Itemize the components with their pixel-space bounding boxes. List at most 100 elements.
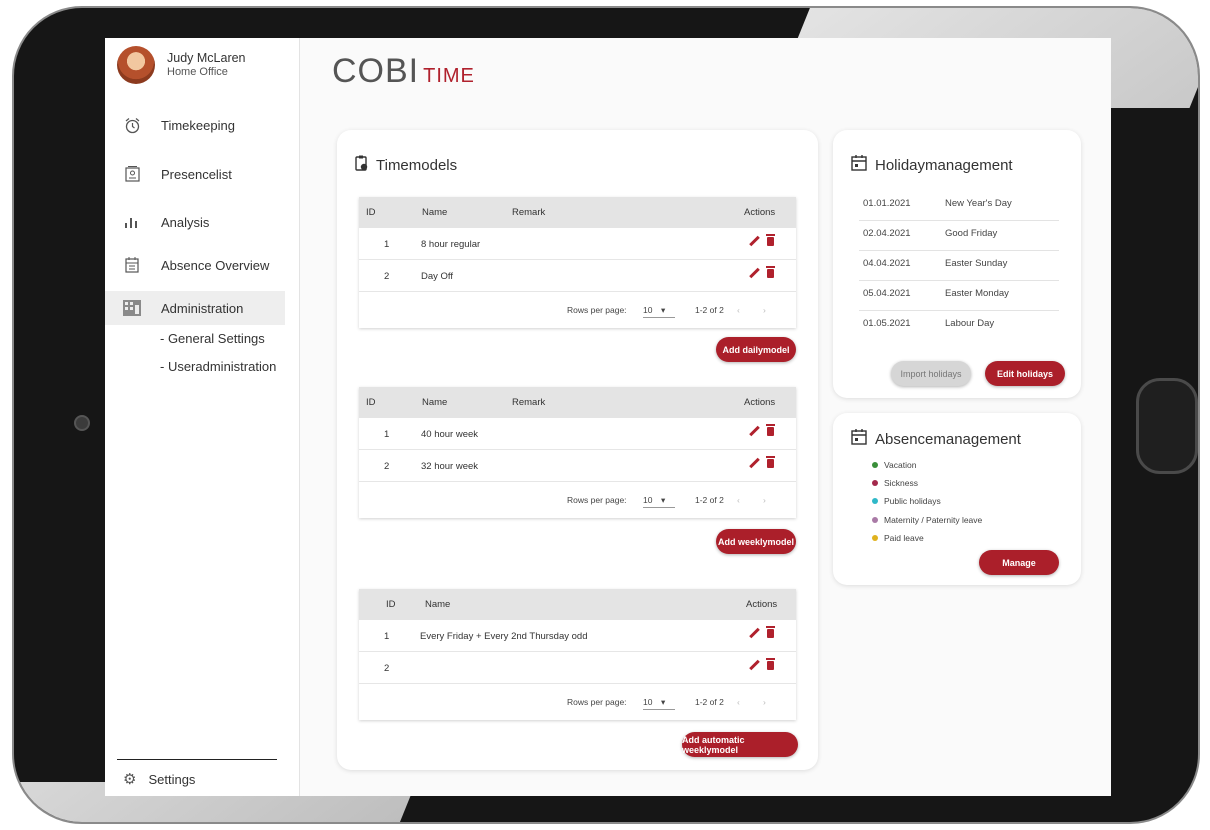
table-row: 2 Day Off [359,260,796,292]
import-holidays-button[interactable]: Import holidays [891,361,971,386]
next-page-icon[interactable]: › [763,697,766,707]
cell-name: 32 hour week [421,461,479,472]
rows-per-page-label: Rows per page: [567,697,627,707]
table-pagination: Rows per page: 10 ▾ 1-2 of 2 ‹ › [359,292,796,328]
edit-holidays-button[interactable]: Edit holidays [985,361,1065,386]
delete-icon[interactable] [766,456,775,468]
user-location: Home Office [167,66,228,78]
chevron-down-icon: ▾ [661,697,666,707]
page-range: 1-2 of 2 [695,495,724,505]
col-name: Name [425,599,451,610]
sidebar-item-label: Analysis [161,214,210,230]
col-actions: Actions [746,599,778,610]
table-row: 1 8 hour regular [359,228,796,260]
table-row: 1 40 hour week [359,418,796,450]
card-title: Absencemanagement [851,429,1021,449]
col-actions: Actions [744,207,776,218]
delete-icon[interactable] [766,658,775,670]
absence-type-item: Public holidays [872,496,941,506]
edit-icon[interactable] [750,427,759,436]
holiday-row: 01.05.2021 Labour Day [859,310,1059,340]
calendar-icon [123,256,141,274]
app-logo: COBI TIME [332,52,475,91]
status-dot [872,535,878,541]
holiday-row: 01.01.2021 New Year's Day [859,190,1059,221]
next-page-icon[interactable]: › [763,305,766,315]
table-row: 1 Every Friday + Every 2nd Thursday odd [359,620,796,652]
absence-type-label: Maternity / Paternity leave [884,515,983,525]
prev-page-icon[interactable]: ‹ [737,697,740,707]
delete-icon[interactable] [766,424,775,436]
table-pagination: Rows per page: 10 ▾ 1-2 of 2 ‹ › [359,684,796,720]
calendar-icon [851,429,867,449]
absence-type-item: Maternity / Paternity leave [872,515,982,525]
add-automatic-weeklymodel-button[interactable]: Add automatic weeklymodel [682,732,798,757]
delete-icon[interactable] [766,626,775,638]
col-id: ID [366,207,376,218]
absence-type-label: Vacation [884,460,917,470]
table-row: 2 32 hour week [359,450,796,482]
logo-sub: TIME [423,65,475,87]
dailymodel-table: ID Name Remark Actions 1 8 hour regular … [359,197,796,328]
edit-icon[interactable] [750,629,759,638]
sidebar-item-settings[interactable]: ⚙ Settings [123,770,195,788]
edit-icon[interactable] [750,269,759,278]
holiday-title: Holidaymanagement [875,156,1013,174]
col-actions: Actions [744,397,776,408]
holiday-date: 01.01.2021 [863,198,911,209]
col-name: Name [422,397,448,408]
edit-icon[interactable] [750,237,759,246]
cell-name: 40 hour week [421,429,479,440]
page-range: 1-2 of 2 [695,305,724,315]
rows-per-page-label: Rows per page: [567,495,627,505]
app-screen: Judy McLaren Home Office Timekeeping Pre… [105,38,1111,796]
rows-per-page-select[interactable]: 10 [643,305,652,315]
sidebar-item-administration[interactable]: Administration [105,291,285,325]
delete-icon[interactable] [766,266,775,278]
cell-id: 1 [384,429,390,440]
edit-icon[interactable] [750,661,759,670]
user-name: Judy McLaren [167,51,246,65]
sidebar-item-analysis[interactable]: Analysis [105,205,285,239]
home-button[interactable] [1136,378,1198,474]
col-id: ID [386,599,396,610]
absence-type-label: Public holidays [884,496,941,506]
rows-per-page-select[interactable]: 10 [643,495,652,505]
rows-per-page-select[interactable]: 10 [643,697,652,707]
camera [74,415,90,431]
sidebar-item-label: Presencelist [161,166,232,182]
add-dailymodel-button[interactable]: Add dailymodel [716,337,796,362]
manage-button[interactable]: Manage [979,550,1059,575]
sidebar-item-timekeeping[interactable]: Timekeeping [105,108,285,142]
card-title: Timemodels [355,155,457,175]
edit-icon[interactable] [750,459,759,468]
holiday-name: Easter Sunday [945,258,1008,269]
holiday-date: 01.05.2021 [863,318,911,329]
table-pagination: Rows per page: 10 ▾ 1-2 of 2 ‹ › [359,482,796,518]
user-profile[interactable]: Judy McLaren Home Office [117,46,246,84]
sidebar-item-presencelist[interactable]: Presencelist [105,157,285,191]
status-dot [872,462,878,468]
sidebar-subitem-general-settings[interactable]: - General Settings [160,331,265,346]
holiday-row: 02.04.2021 Good Friday [859,220,1059,251]
gear-icon: ⚙ [123,771,137,788]
holiday-date: 04.04.2021 [863,258,911,269]
cell-id: 2 [384,663,390,674]
absence-type-item: Paid leave [872,533,924,543]
cell-name: Day Off [421,271,454,282]
sidebar-item-absence-overview[interactable]: Absence Overview [105,248,285,282]
calendar-icon [851,155,867,175]
sidebar-subitem-useradministration[interactable]: - Useradministration [160,359,276,374]
holiday-name: Labour Day [945,318,995,329]
cell-id: 1 [384,631,390,642]
sidebar-item-label: Absence Overview [161,257,270,273]
table-header: ID Name Remark Actions [359,197,796,228]
select-underline [643,317,675,318]
select-underline [643,507,675,508]
delete-icon[interactable] [766,234,775,246]
prev-page-icon[interactable]: ‹ [737,305,740,315]
status-dot [872,517,878,523]
prev-page-icon[interactable]: ‹ [737,495,740,505]
next-page-icon[interactable]: › [763,495,766,505]
add-weeklymodel-button[interactable]: Add weeklymodel [716,529,796,554]
